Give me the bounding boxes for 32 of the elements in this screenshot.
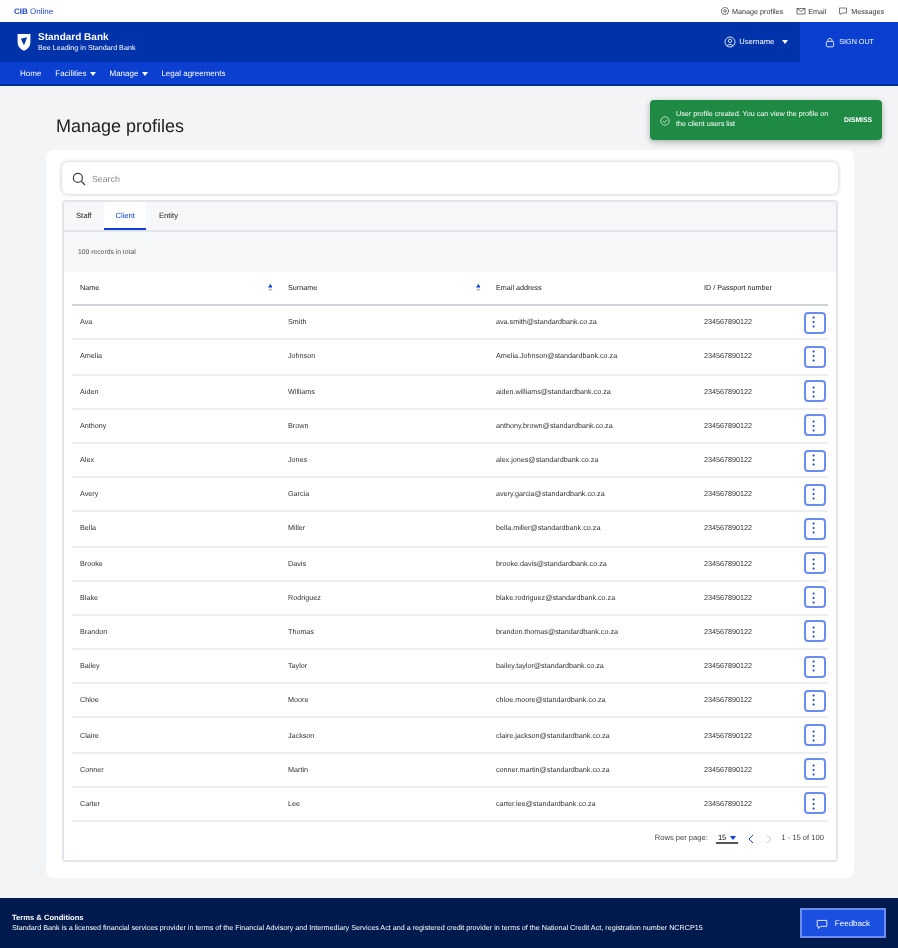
- more-options-button[interactable]: [803, 689, 825, 712]
- more-options-button[interactable]: [803, 345, 825, 368]
- caret-icon: [781, 40, 788, 44]
- caret-icon: [729, 835, 736, 839]
- more-options-button[interactable]: [803, 586, 825, 609]
- more-options-button[interactable]: [803, 758, 825, 781]
- sort-icon: [267, 284, 272, 292]
- gear-icon: [719, 6, 730, 16]
- page-title: Manage profiles: [56, 114, 185, 138]
- chat-icon: [816, 917, 829, 929]
- more-options-button[interactable]: [803, 517, 825, 540]
- sort-icon: [475, 284, 480, 292]
- lock-icon: [823, 36, 836, 48]
- more-options-button[interactable]: [803, 380, 825, 403]
- user-icon: [723, 36, 736, 48]
- more-options-button[interactable]: [803, 414, 825, 437]
- check-circle-icon: [660, 115, 670, 125]
- more-options-button[interactable]: [803, 311, 825, 334]
- more-options-button[interactable]: [803, 655, 825, 678]
- shield-logo-icon: [16, 32, 32, 52]
- more-options-button[interactable]: [803, 552, 825, 575]
- more-options-button[interactable]: [803, 620, 825, 643]
- more-options-button[interactable]: [803, 483, 825, 506]
- more-options-button[interactable]: [803, 449, 825, 472]
- chat-icon: [838, 6, 849, 16]
- more-options-button[interactable]: [803, 724, 825, 747]
- previous-page-button[interactable]: [745, 833, 756, 843]
- caret-icon: [141, 71, 148, 75]
- search-icon: [72, 171, 86, 185]
- caret-icon: [89, 71, 96, 75]
- mail-icon: [795, 6, 806, 16]
- more-options-button[interactable]: [803, 792, 825, 815]
